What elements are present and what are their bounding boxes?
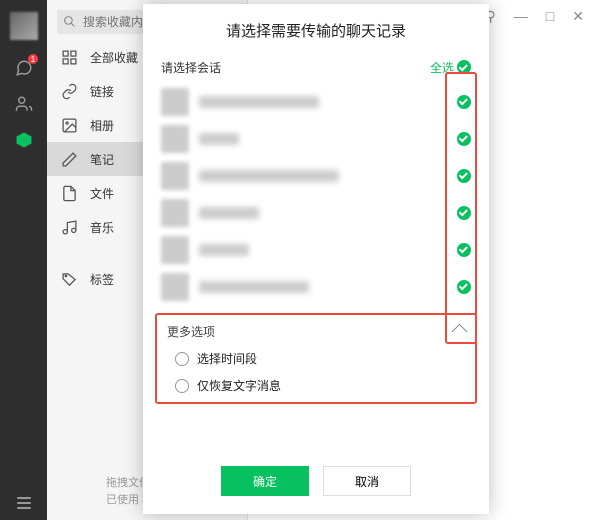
nav-label: 标签 bbox=[90, 271, 114, 288]
check-icon bbox=[457, 169, 471, 183]
file-icon bbox=[61, 185, 78, 202]
edit-icon bbox=[61, 151, 78, 168]
radio-icon bbox=[175, 352, 189, 366]
close-icon[interactable]: ✕ bbox=[572, 9, 584, 23]
window-controls: ⚲ — □ ✕ bbox=[486, 0, 600, 32]
opt-label: 仅恢复文字消息 bbox=[197, 377, 281, 394]
select-all[interactable]: 全选 bbox=[430, 59, 471, 76]
check-icon bbox=[457, 280, 471, 294]
session-list bbox=[143, 79, 489, 307]
check-icon bbox=[457, 206, 471, 220]
cancel-button[interactable]: 取消 bbox=[323, 466, 411, 496]
link-icon bbox=[61, 83, 78, 100]
contacts-icon[interactable] bbox=[0, 86, 47, 122]
nav-label: 链接 bbox=[90, 83, 114, 100]
check-icon bbox=[457, 243, 471, 257]
opt-label: 选择时间段 bbox=[197, 350, 257, 367]
check-icon bbox=[457, 132, 471, 146]
more-label: 更多选项 bbox=[167, 323, 215, 340]
badge: 1 bbox=[28, 54, 38, 64]
session-item[interactable] bbox=[161, 231, 471, 268]
maximize-icon[interactable]: □ bbox=[546, 9, 554, 23]
app-vertical-bar: 1 bbox=[0, 0, 47, 520]
transfer-modal: 请选择需要传输的聊天记录 请选择会话 全选 更多选项 选择时间段 仅恢复文字消息… bbox=[143, 4, 489, 514]
session-item[interactable] bbox=[161, 157, 471, 194]
opt-time-range[interactable]: 选择时间段 bbox=[175, 350, 465, 367]
radio-icon bbox=[175, 379, 189, 393]
image-icon bbox=[61, 117, 78, 134]
select-all-label: 全选 bbox=[430, 59, 454, 76]
session-item[interactable] bbox=[161, 83, 471, 120]
opt-text-only[interactable]: 仅恢复文字消息 bbox=[175, 377, 465, 394]
favorites-icon[interactable] bbox=[0, 122, 47, 158]
nav-label: 音乐 bbox=[90, 219, 114, 236]
session-item[interactable] bbox=[161, 120, 471, 157]
music-icon bbox=[61, 219, 78, 236]
more-toggle[interactable]: 更多选项 bbox=[167, 323, 465, 340]
nav-label: 相册 bbox=[90, 117, 114, 134]
chevron-up-icon bbox=[452, 324, 468, 340]
grid-icon bbox=[61, 49, 78, 66]
chat-icon[interactable]: 1 bbox=[0, 50, 47, 86]
more-options: 更多选项 选择时间段 仅恢复文字消息 bbox=[155, 313, 477, 404]
minimize-icon[interactable]: — bbox=[514, 9, 528, 23]
nav-label: 笔记 bbox=[90, 151, 114, 168]
confirm-button[interactable]: 确定 bbox=[221, 466, 309, 496]
session-item[interactable] bbox=[161, 268, 471, 305]
check-icon bbox=[457, 60, 471, 74]
session-item[interactable] bbox=[161, 194, 471, 231]
check-icon bbox=[457, 95, 471, 109]
search-icon bbox=[63, 15, 76, 28]
nav-label: 全部收藏 bbox=[90, 49, 138, 66]
avatar[interactable] bbox=[10, 12, 38, 40]
modal-title: 请选择需要传输的聊天记录 bbox=[143, 20, 489, 41]
nav-label: 文件 bbox=[90, 185, 114, 202]
tag-icon bbox=[61, 271, 78, 288]
menu-icon[interactable] bbox=[0, 486, 47, 520]
sessions-label: 请选择会话 bbox=[161, 59, 221, 76]
